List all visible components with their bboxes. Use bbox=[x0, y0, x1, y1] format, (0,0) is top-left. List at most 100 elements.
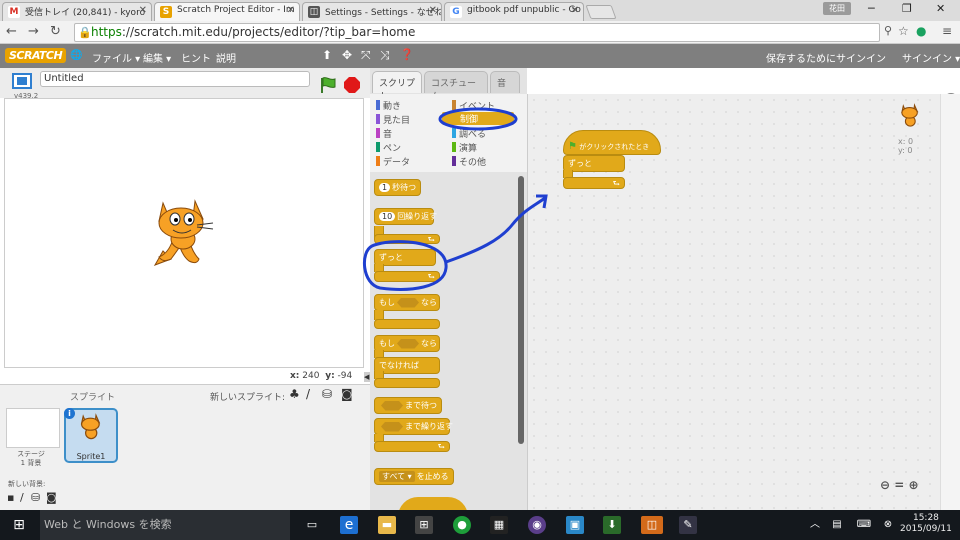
url-input[interactable]: 🔒 https://scratch.mit.edu/projects/edito… bbox=[74, 23, 880, 42]
condition-slot[interactable] bbox=[397, 338, 419, 349]
stop-dropdown[interactable]: すべて ▾ bbox=[379, 471, 415, 482]
grow-icon[interactable]: ⤧ bbox=[361, 48, 371, 63]
hint-menu[interactable]: ヒント bbox=[181, 50, 211, 65]
new-tab-button[interactable] bbox=[585, 5, 617, 19]
close-icon[interactable]: ✕ bbox=[429, 5, 437, 16]
tab-costumes[interactable]: コスチューム bbox=[424, 71, 488, 102]
tab-scripts[interactable]: スクリプト bbox=[372, 71, 422, 102]
stage-canvas[interactable] bbox=[4, 98, 364, 368]
category-sensing[interactable]: 調べる bbox=[452, 127, 486, 140]
help-menu-icon[interactable]: ❓ bbox=[400, 48, 414, 61]
block-repeat[interactable]: 10 回繰り返す bbox=[374, 208, 437, 225]
hat-block-flag-clicked[interactable]: ⚑ がクリックされたとき bbox=[563, 130, 661, 155]
green-flag-icon[interactable] bbox=[319, 76, 337, 94]
notification-icon[interactable]: ▤ bbox=[828, 516, 846, 534]
edit-menu[interactable]: 編集 ▾ bbox=[143, 50, 171, 65]
backdrop-paint-icon[interactable]: / bbox=[20, 491, 24, 504]
window-close-icon[interactable]: ✕ bbox=[936, 2, 945, 15]
upload-icon[interactable]: ⛁ bbox=[322, 387, 332, 401]
paint-app-icon[interactable]: ✎ bbox=[679, 516, 697, 534]
browser-tab-settings[interactable]: ◫ Settings - Settings - なぜね ✕ bbox=[302, 2, 442, 21]
taskbar-search[interactable]: Web と Windows を検索 bbox=[40, 510, 290, 540]
system-clock[interactable]: 15:28 2015/09/11 bbox=[900, 513, 952, 535]
category-control[interactable]: 制御 bbox=[442, 112, 514, 125]
tips-bar-collapsed[interactable] bbox=[940, 94, 960, 510]
app-window-icon[interactable]: ▣ bbox=[566, 516, 584, 534]
info-icon[interactable]: i bbox=[64, 408, 75, 419]
zoom-in-icon[interactable]: ⊕ bbox=[909, 478, 919, 492]
stage-thumbnail[interactable] bbox=[6, 408, 60, 448]
chrome-icon[interactable]: ● bbox=[453, 516, 471, 534]
category-operators[interactable]: 演算 bbox=[452, 141, 477, 154]
browser-tab-scratch[interactable]: S Scratch Project Editor - Im ✕ bbox=[154, 2, 300, 21]
star-icon[interactable]: ☆ bbox=[898, 24, 909, 38]
file-explorer-icon[interactable]: ▬ bbox=[378, 516, 396, 534]
fullscreen-icon[interactable] bbox=[12, 73, 32, 89]
block-if[interactable]: もし なら bbox=[374, 294, 440, 311]
scripts-area[interactable]: ⚑ がクリックされたとき ずっと ⮑ bbox=[527, 94, 940, 510]
reload-icon[interactable]: ↻ bbox=[50, 24, 61, 39]
block-wait-until[interactable]: まで待つ bbox=[374, 397, 442, 414]
browser-tab-gmail[interactable]: M 受信トレイ (20,841) - kyoro ✕ bbox=[2, 2, 152, 21]
condition-slot[interactable] bbox=[397, 297, 419, 308]
store-icon[interactable]: ⊞ bbox=[415, 516, 433, 534]
app-grid-icon[interactable]: ▦ bbox=[490, 516, 508, 534]
scratch-cat-sprite[interactable] bbox=[145, 195, 225, 275]
shrink-icon[interactable]: ⤨ bbox=[380, 48, 390, 63]
close-icon[interactable]: ✕ bbox=[287, 5, 295, 16]
restore-icon[interactable]: ❐ bbox=[902, 2, 912, 15]
backdrop-library-icon[interactable]: ▪ bbox=[7, 491, 14, 504]
globe-icon[interactable]: 🌐 bbox=[70, 50, 82, 61]
category-sound[interactable]: 音 bbox=[376, 127, 392, 140]
category-motion[interactable]: 動き bbox=[376, 99, 401, 112]
palette-scrollbar[interactable] bbox=[518, 176, 524, 444]
menu-icon[interactable]: ≡ bbox=[942, 24, 952, 38]
book-app-icon[interactable]: ◫ bbox=[641, 516, 663, 534]
download-icon[interactable]: ⬇ bbox=[603, 516, 621, 534]
extension-icon[interactable]: ⚲ bbox=[884, 24, 892, 37]
back-icon[interactable]: ← bbox=[6, 24, 17, 39]
category-pen[interactable]: ペン bbox=[376, 141, 401, 154]
stop-sign-icon[interactable] bbox=[344, 77, 360, 93]
forward-icon[interactable]: → bbox=[28, 24, 39, 39]
windows-start-icon[interactable]: ⊞ bbox=[10, 516, 28, 534]
tray-chevron-icon[interactable]: ︿ bbox=[806, 516, 824, 534]
backdrop-camera-icon[interactable]: ◙ bbox=[46, 491, 57, 504]
profile-badge[interactable]: 花田 bbox=[823, 2, 851, 15]
condition-slot[interactable] bbox=[381, 421, 403, 432]
category-looks[interactable]: 見た目 bbox=[376, 113, 410, 126]
app-circle-icon[interactable]: ◉ bbox=[528, 516, 546, 534]
keyboard-icon[interactable]: ⌨ bbox=[855, 516, 873, 534]
category-events[interactable]: イベント bbox=[452, 99, 495, 112]
duplicate-icon[interactable]: ⬆ bbox=[322, 48, 332, 62]
browser-tab-google[interactable]: G gitbook pdf unpublic - Go ✕ bbox=[444, 2, 584, 21]
signin-menu[interactable]: サインイン ▾ bbox=[902, 50, 960, 65]
camera-icon[interactable]: ◙ bbox=[341, 387, 353, 401]
zoom-reset-icon[interactable]: = bbox=[894, 478, 904, 492]
zoom-out-icon[interactable]: ⊖ bbox=[880, 478, 890, 492]
sprite-library-icon[interactable]: ♣ bbox=[289, 387, 300, 401]
condition-slot[interactable] bbox=[381, 400, 403, 411]
close-icon[interactable]: ✕ bbox=[571, 5, 579, 16]
delete-icon[interactable]: ✥ bbox=[342, 48, 352, 62]
block-repeat-until[interactable]: まで繰り返す bbox=[374, 418, 453, 435]
category-more-blocks[interactable]: その他 bbox=[452, 155, 486, 168]
file-menu[interactable]: ファイル ▾ bbox=[92, 50, 140, 65]
task-view-icon[interactable]: ▭ bbox=[303, 516, 321, 534]
project-title-input[interactable]: Untitled bbox=[40, 71, 310, 87]
edge-icon[interactable]: e bbox=[340, 516, 358, 534]
tab-sounds[interactable]: 音 bbox=[490, 71, 520, 93]
block-wait[interactable]: 1 秒待つ bbox=[374, 179, 422, 196]
paint-brush-icon[interactable]: / bbox=[306, 387, 310, 401]
sprite-thumbnail[interactable]: i Sprite1 bbox=[64, 408, 118, 463]
scratch-logo[interactable]: SCRATCH bbox=[5, 48, 67, 63]
block-hat-partial[interactable] bbox=[398, 497, 468, 510]
minimize-icon[interactable]: ─ bbox=[868, 2, 875, 15]
about-menu[interactable]: 説明 bbox=[216, 50, 236, 65]
category-data[interactable]: データ bbox=[376, 155, 410, 168]
block-stop[interactable]: すべて ▾ を止める bbox=[374, 468, 454, 485]
ime-icon[interactable]: ⊗ bbox=[879, 516, 897, 534]
save-signin-link[interactable]: 保存するためにサインイン bbox=[766, 50, 886, 65]
extension-q-icon[interactable]: ● bbox=[916, 24, 926, 38]
backdrop-upload-icon[interactable]: ⛁ bbox=[31, 491, 40, 504]
